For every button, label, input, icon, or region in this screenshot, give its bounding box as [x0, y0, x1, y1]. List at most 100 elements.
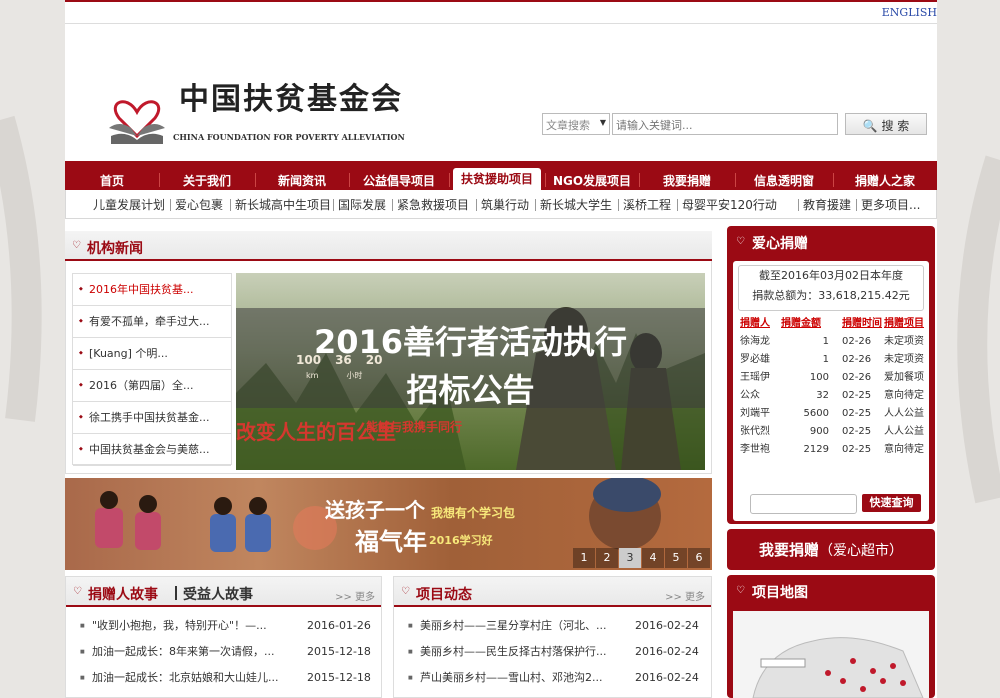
- donation-cell: 02-26: [842, 336, 872, 347]
- news-panel-header: ♡ 机构新闻: [65, 231, 712, 261]
- donation-cell: 100: [809, 372, 829, 383]
- nav-item-6[interactable]: 我要捐赠: [639, 161, 735, 190]
- subnav-item-3[interactable]: 国际发展: [338, 196, 386, 213]
- list-item-date: 2016-01-26: [307, 619, 371, 632]
- donation-cell: 32: [816, 390, 829, 401]
- subnav-item-7[interactable]: 溪桥工程: [623, 196, 671, 213]
- search-scope-select[interactable]: 文章搜索 ▼: [542, 113, 610, 135]
- list-item-text: "收到小抱抱，我，特别开心"！—...: [92, 619, 267, 632]
- banner-text-3: 我想有个学习包: [431, 506, 516, 520]
- nav-item-5[interactable]: NGO发展项目: [545, 161, 639, 190]
- list-item-date: 2016-02-24: [635, 645, 699, 658]
- banner-text-4: 2016学习好: [429, 534, 493, 547]
- donation-box: ♡ 爱心捐赠 截至2016年03月02日本年度 捐款总额为：33,618,215…: [727, 226, 935, 524]
- projects-panel-title: 项目动态: [416, 587, 472, 603]
- list-item[interactable]: ■ 加油一起成长：8年来第一次请假，... 2015-12-18: [66, 639, 381, 665]
- pager-page-3[interactable]: 3: [619, 548, 641, 568]
- subnav-item-5[interactable]: 筑巢行动: [481, 196, 529, 213]
- donation-cell: 意向待定: [884, 444, 924, 455]
- stories-tab-beneficiary[interactable]: 受益人故事: [183, 584, 253, 604]
- news-item[interactable]: 2016（第四届）全...: [73, 370, 231, 402]
- nav-item-7[interactable]: 信息透明窗: [735, 161, 833, 190]
- subnav-item-2[interactable]: 新长城高中生项目: [235, 196, 331, 213]
- projects-panel: ♡ 项目动态 >> 更多 ■ 美丽乡村——三星分享村庄（河北、... 2016-02…: [393, 576, 712, 698]
- pager-page-5[interactable]: 5: [665, 548, 687, 568]
- list-item-date: 2015-12-18: [307, 645, 371, 658]
- subnav-divider: [333, 199, 334, 211]
- promo-banner[interactable]: 送孩子一个 福气年 我想有个学习包 2016学习好 123456: [65, 478, 712, 570]
- project-map[interactable]: [733, 611, 929, 698]
- subnav-item-9[interactable]: 教育援建: [803, 196, 851, 213]
- pager-page-2[interactable]: 2: [596, 548, 618, 568]
- search-button[interactable]: 🔍 搜 索: [845, 113, 927, 135]
- projects-more-link[interactable]: >> 更多: [665, 588, 705, 603]
- news-slideshow[interactable]: 2016善行者活动执行 招标公告 100 36 20 km 小时 改变人生的百公里 能…: [236, 273, 705, 470]
- subnav-item-4[interactable]: 紧急救援项目: [397, 196, 469, 213]
- nav-item-0[interactable]: 首页: [65, 161, 159, 190]
- banner-pager: 123456: [572, 548, 710, 568]
- hands-heart-logo-icon: [109, 100, 165, 144]
- search-input[interactable]: [612, 113, 838, 135]
- slide-stat-3: 20: [365, 353, 383, 367]
- donation-row: 王瑶伊 100 02-26 爱加餐项: [735, 369, 929, 387]
- list-item[interactable]: ■ 加油一起成长：北京姑娘和大山娃儿... 2015-12-18: [66, 665, 381, 691]
- list-item[interactable]: ■ "收到小抱抱，我，特别开心"！—... 2016-01-26: [66, 613, 381, 639]
- subnav-item-1[interactable]: 爱心包裹: [175, 196, 223, 213]
- news-item[interactable]: 徐工携手中国扶贫基金...: [73, 402, 231, 434]
- heart-icon: ♡: [736, 236, 745, 247]
- news-item[interactable]: 有爱不孤单，牵手过大...: [73, 306, 231, 338]
- donation-cell: 公众: [740, 390, 760, 401]
- subnav-item-10[interactable]: 更多项目...: [861, 196, 920, 213]
- header: 中国扶贫基金会 CHINA FOUNDATION FOR POVERTY ALL…: [65, 24, 937, 161]
- donation-cell: 2129: [803, 444, 829, 455]
- search-scope-value: 文章搜索: [546, 119, 590, 132]
- nav-separator: [735, 173, 736, 187]
- list-item-text: 加油一起成长：8年来第一次请假，...: [92, 645, 275, 658]
- subnav-item-6[interactable]: 新长城大学生: [540, 196, 612, 213]
- list-item[interactable]: ■ 美丽乡村——民生反择古村落保护行... 2016-02-24: [394, 639, 711, 665]
- nav-item-4[interactable]: 扶贫援助项目: [453, 168, 541, 190]
- pager-page-6[interactable]: 6: [688, 548, 710, 568]
- donation-query-button[interactable]: 快速查询: [862, 494, 921, 512]
- subnav-divider: [677, 199, 678, 211]
- banner-text-1: 送孩子一个: [325, 498, 425, 522]
- donation-row: 公众 32 02-25 意向待定: [735, 387, 929, 405]
- stories-panel-header: ♡ 捐赠人故事 受益人故事 >> 更多: [66, 577, 381, 607]
- nav-item-8[interactable]: 捐赠人之家: [833, 161, 937, 190]
- brand-name-cn: 中国扶贫基金会: [179, 82, 403, 117]
- nav-separator: [349, 173, 350, 187]
- list-item-text: 加油一起成长：北京姑娘和大山娃儿...: [92, 671, 279, 684]
- nav-separator: [545, 173, 546, 187]
- donation-cell: 罗必雄: [740, 354, 770, 365]
- nav-item-1[interactable]: 关于我们: [159, 161, 255, 190]
- pager-page-4[interactable]: 4: [642, 548, 664, 568]
- stories-tab-donor[interactable]: 捐赠人故事: [88, 584, 158, 604]
- donate-cta-button[interactable]: 我要捐赠（爱心超市）: [727, 529, 935, 570]
- subnav-divider: [618, 199, 619, 211]
- donation-cell: 未定项资: [884, 354, 924, 365]
- news-item[interactable]: [Kuang] 个明...: [73, 338, 231, 370]
- nav-item-3[interactable]: 公益倡导项目: [349, 161, 449, 190]
- slide-stat-2: 36: [335, 353, 352, 367]
- donation-row: 李世袍 2129 02-25 意向待定: [735, 441, 929, 459]
- donation-cell: 02-26: [842, 372, 872, 383]
- list-item[interactable]: ■ 美丽乡村——三星分享村庄（河北、... 2016-02-24: [394, 613, 711, 639]
- bullet-icon: ■: [408, 623, 413, 629]
- pager-page-1[interactable]: 1: [573, 548, 595, 568]
- news-item[interactable]: 2016年中国扶贫基...: [73, 274, 231, 306]
- news-item[interactable]: 中国扶贫基金会与美慈...: [73, 434, 231, 466]
- english-link[interactable]: ENGLISH: [882, 6, 937, 19]
- logo[interactable]: 中国扶贫基金会 CHINA FOUNDATION FOR POVERTY ALL…: [105, 66, 405, 146]
- donation-table-header: 捐赠人 捐赠金额 捐赠时间 捐赠项目: [735, 315, 929, 333]
- subnav-item-8[interactable]: 母婴平安120行动: [682, 196, 777, 213]
- stories-more-link[interactable]: >> 更多: [335, 588, 375, 603]
- donation-query-input[interactable]: [750, 494, 857, 514]
- list-item-text: 芦山美丽乡村——雪山村、邓池沟2...: [420, 671, 603, 684]
- list-item[interactable]: ■ 芦山美丽乡村——雪山村、邓池沟2... 2016-02-24: [394, 665, 711, 691]
- top-bar: ENGLISH: [65, 0, 937, 24]
- nav-item-2[interactable]: 新闻资讯: [255, 161, 349, 190]
- donation-cell: 徐海龙: [740, 336, 770, 347]
- search-button-label: 搜 索: [881, 119, 910, 133]
- donation-title: 爱心捐赠: [752, 236, 808, 252]
- subnav-item-0[interactable]: 儿童发展计划: [93, 196, 165, 213]
